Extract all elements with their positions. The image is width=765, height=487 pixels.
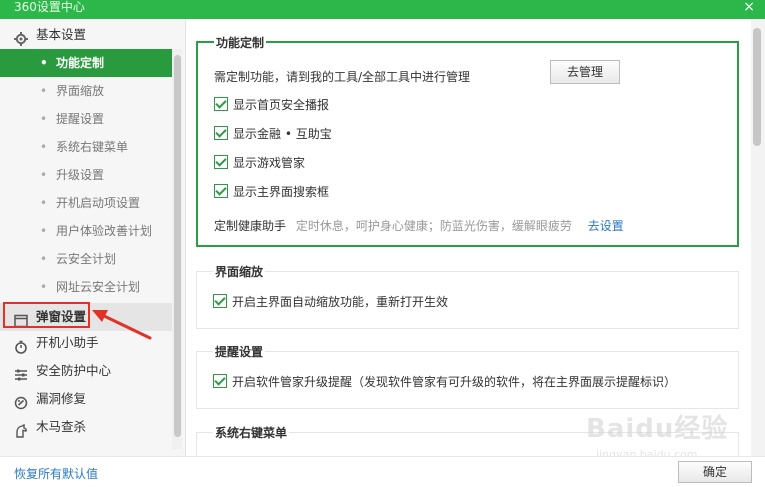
option-label: 开启主界面自动缩放功能，重新打开生效 (232, 295, 449, 309)
checkbox[interactable] (214, 155, 228, 169)
window-icon (14, 310, 28, 328)
stopwatch-icon (14, 336, 28, 354)
title-bar: 360设置中心 × (0, 0, 765, 19)
bullet: • (40, 56, 48, 70)
sidebar-item-label: 开机小助手 (36, 335, 99, 350)
group-title: 功能定制 (214, 34, 267, 51)
sidebar-item-label: 云安全计划 (56, 252, 117, 266)
manage-button[interactable]: 去管理 (550, 60, 620, 84)
gear-icon (14, 28, 28, 46)
sidebar-item-startup[interactable]: • 开机启动项设置 (0, 189, 172, 217)
bullet: • (40, 224, 48, 238)
sidebar-item-label: 系统右键菜单 (56, 140, 129, 154)
option-label: 显示金融 • 互助宝 (233, 127, 332, 141)
settings-panel: 功能定制 需定制功能，请到我的工具/全部工具中进行管理 去管理 显示首页安全播报… (186, 19, 751, 456)
bullet: • (40, 84, 48, 98)
sidebar-item-cloud-security[interactable]: • 云安全计划 (0, 245, 172, 273)
sidebar-item-ux-plan[interactable]: • 用户体验改善计划 (0, 217, 172, 245)
bullet: • (40, 196, 48, 210)
sidebar-item-label: 弹窗设置 (36, 309, 87, 324)
sidebar-item-label: 功能定制 (56, 56, 105, 70)
patch-icon (14, 392, 28, 410)
checkbox[interactable] (214, 184, 228, 198)
checkbox[interactable] (213, 374, 227, 388)
health-assistant-row: 定制健康助手 定时休息，呵护身心健康；防蓝光伤害，缓解眼疲劳 去设置 (214, 217, 624, 234)
sidebar-item-label: 木马查杀 (36, 419, 87, 434)
ui-zoom-group: 界面缩放 开启主界面自动缩放功能，重新打开生效 (196, 263, 739, 329)
option-game-manager[interactable]: 显示游戏管家 (214, 154, 305, 171)
bullet: • (40, 112, 48, 126)
checkbox[interactable] (214, 97, 228, 111)
bottom-bar: 恢复所有默认值 确定 (0, 456, 765, 487)
group-title: 界面缩放 (213, 263, 266, 280)
option-upgrade-reminder[interactable]: 开启软件管家升级提醒（发现软件管家有可升级的软件，将在主界面展示提醒标识） (213, 373, 676, 390)
sidebar-item-trojan-scan[interactable]: 木马查杀 (0, 413, 172, 441)
sidebar-item-feature-custom[interactable]: • 功能定制 (0, 49, 172, 77)
sidebar-item-security-center[interactable]: 安全防护中心 (0, 357, 172, 385)
sidebar-item-label: 基本设置 (36, 27, 87, 42)
sidebar-scrollbar-thumb[interactable] (174, 55, 181, 437)
option-label: 开启软件管家升级提醒（发现软件管家有可升级的软件，将在主界面展示提醒标识） (232, 375, 677, 389)
sidebar-item-label: 开机启动项设置 (56, 196, 141, 210)
option-label: 显示首页安全播报 (233, 98, 330, 112)
health-settings-link[interactable]: 去设置 (588, 219, 624, 233)
checkbox[interactable] (213, 294, 227, 308)
reset-defaults-link[interactable]: 恢复所有默认值 (14, 465, 98, 482)
close-icon[interactable]: × (743, 0, 755, 14)
health-assistant-hint: 定时休息，呵护身心健康；防蓝光伤害，缓解眼疲劳 (295, 219, 572, 233)
sidebar-item-upgrade[interactable]: • 升级设置 (0, 161, 172, 189)
sidebar-item-label: 漏洞修复 (36, 391, 87, 406)
ok-button[interactable]: 确定 (678, 461, 752, 483)
option-finance-mutual-aid[interactable]: 显示金融 • 互助宝 (214, 125, 332, 142)
sidebar-item-basic-settings[interactable]: 基本设置 (0, 21, 172, 49)
sidebar-item-context-menu[interactable]: • 系统右键菜单 (0, 133, 172, 161)
feature-custom-group: 功能定制 需定制功能，请到我的工具/全部工具中进行管理 去管理 显示首页安全播报… (196, 34, 739, 247)
bullet: • (40, 280, 48, 294)
feature-custom-intro: 需定制功能，请到我的工具/全部工具中进行管理 (214, 70, 471, 84)
sidebar-item-label: 用户体验改善计划 (56, 224, 153, 238)
bullet: • (40, 252, 48, 266)
sidebar-item-label: 安全防护中心 (36, 363, 112, 378)
bullet: • (40, 168, 48, 182)
sliders-icon (14, 364, 28, 381)
main-scrollbar-thumb[interactable] (753, 28, 761, 146)
reminder-group: 提醒设置 开启软件管家升级提醒（发现软件管家有可升级的软件，将在主界面展示提醒标… (196, 343, 739, 409)
sidebar-item-label: 网址云安全计划 (56, 280, 141, 294)
option-label: 显示主界面搜索框 (233, 185, 330, 199)
option-auto-zoom[interactable]: 开启主界面自动缩放功能，重新打开生效 (213, 293, 448, 310)
group-title: 系统右键菜单 (213, 424, 290, 441)
horse-icon (14, 420, 28, 438)
sidebar-item-label: 提醒设置 (56, 112, 105, 126)
option-main-search-box[interactable]: 显示主界面搜索框 (214, 183, 329, 200)
sidebar-item-ui-zoom[interactable]: • 界面缩放 (0, 77, 172, 105)
health-assistant-label: 定制健康助手 (214, 219, 287, 233)
bullet: • (40, 140, 48, 154)
sidebar-item-url-cloud-security[interactable]: • 网址云安全计划 (0, 273, 172, 301)
sidebar-item-boot-assistant[interactable]: 开机小助手 (0, 329, 172, 357)
window-title: 360设置中心 (14, 0, 85, 14)
checkbox[interactable] (214, 126, 228, 140)
sidebar: 基本设置 • 功能定制 • 界面缩放 • 提醒设置 • 系统右键菜单 • 升级设… (0, 19, 186, 456)
option-home-security-broadcast[interactable]: 显示首页安全播报 (214, 96, 329, 113)
context-menu-group: 系统右键菜单 (196, 424, 739, 456)
sidebar-item-vuln-fix[interactable]: 漏洞修复 (0, 385, 172, 413)
sidebar-item-popup-settings[interactable]: 弹窗设置 (0, 303, 172, 331)
group-title: 提醒设置 (213, 343, 266, 360)
sidebar-item-label: 界面缩放 (56, 84, 105, 98)
sidebar-item-label: 升级设置 (56, 168, 105, 182)
option-label: 显示游戏管家 (233, 156, 306, 170)
sidebar-item-reminder[interactable]: • 提醒设置 (0, 105, 172, 133)
